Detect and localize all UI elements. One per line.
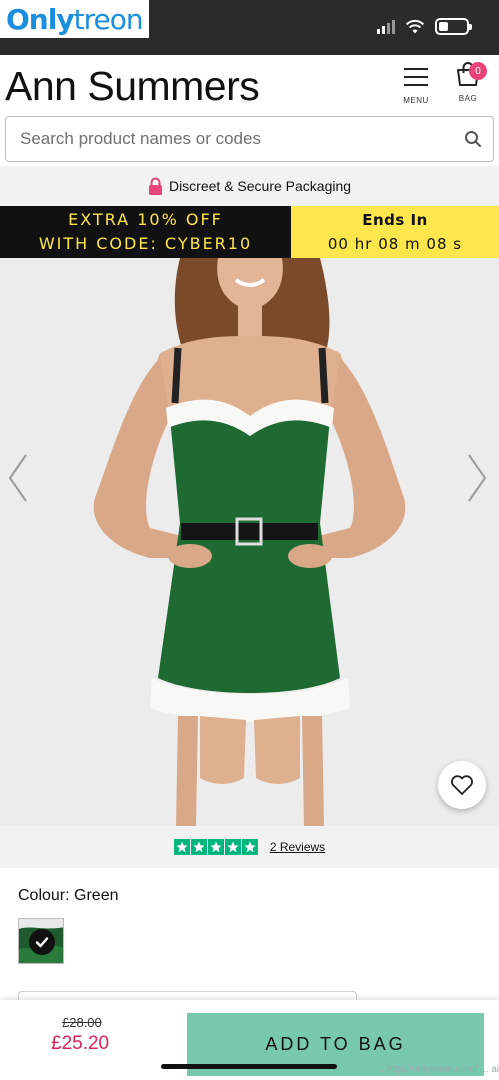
battery-icon (435, 18, 472, 35)
reviews-link[interactable]: 2 Reviews (270, 840, 325, 854)
wifi-icon (405, 19, 425, 33)
colour-swatch-green[interactable] (18, 918, 64, 964)
carousel-prev-arrow[interactable] (6, 453, 30, 503)
search-input[interactable] (6, 117, 453, 161)
colour-label: Colour: Green (18, 887, 119, 904)
bag-label: BAG (458, 94, 478, 103)
promo-line-2: WITH CODE: CYBER10 (38, 234, 253, 253)
menu-label: MENU (403, 96, 429, 105)
product-image[interactable] (0, 258, 499, 826)
hamburger-icon (404, 68, 428, 86)
star-icon (224, 839, 241, 855)
reviews-row: 2 Reviews (0, 826, 499, 868)
countdown-timer: 00 hr 08 m 08 s (327, 235, 463, 253)
site-header: Ann Summers MENU BAG 0 (0, 55, 499, 115)
star-icon (190, 839, 207, 855)
search-icon[interactable] (453, 117, 493, 161)
status-bar: Only treon (0, 0, 499, 55)
trustpilot-stars (173, 839, 258, 855)
promo-offer: EXTRA 10% OFF WITH CODE: CYBER10 (0, 206, 291, 258)
heart-icon (451, 775, 473, 795)
sale-price: £25.20 (51, 1033, 110, 1054)
bag-count-badge: 0 (469, 62, 487, 80)
wishlist-button[interactable] (438, 761, 486, 809)
product-photo (0, 258, 499, 826)
promo-line-1: EXTRA 10% OFF (68, 210, 223, 229)
watermark-text: ...http://onlytreon.com/ ... ai (378, 1064, 499, 1075)
countdown-label: Ends In (362, 211, 428, 229)
star-icon (207, 839, 224, 855)
promo-banner[interactable]: EXTRA 10% OFF WITH CODE: CYBER10 Ends In… (0, 206, 499, 258)
home-indicator (161, 1064, 337, 1069)
star-icon (173, 839, 190, 855)
star-icon (241, 839, 258, 855)
promo-countdown: Ends In 00 hr 08 m 08 s (291, 206, 499, 258)
status-icons (377, 18, 472, 35)
brand-logo[interactable]: Ann Summers (5, 63, 260, 110)
watermark-logo-part1: Only (6, 2, 75, 36)
watermark-logo: Only treon (0, 0, 149, 38)
discreet-packaging-text: Discreet & Secure Packaging (168, 178, 352, 194)
lock-icon (148, 177, 162, 195)
menu-button[interactable]: MENU (400, 65, 432, 107)
discreet-packaging-banner: Discreet & Secure Packaging (0, 166, 499, 206)
search-bar (5, 116, 494, 162)
watermark-logo-part2: treon (73, 2, 144, 36)
cellular-signal-icon (377, 19, 395, 34)
original-price: £28.00 (62, 1015, 102, 1030)
carousel-next-arrow[interactable] (465, 453, 489, 503)
selected-check-icon (29, 929, 55, 955)
